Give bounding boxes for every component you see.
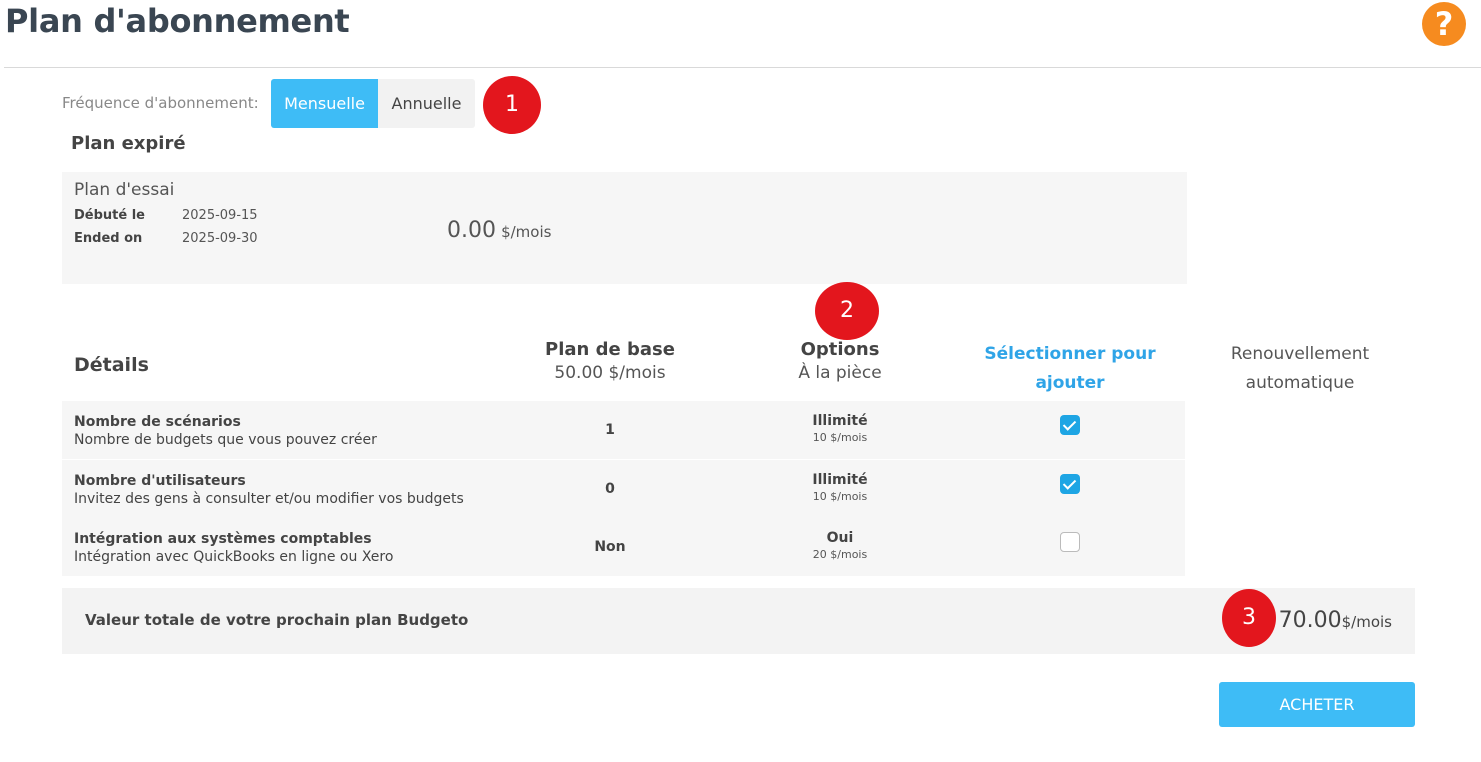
trial-end-label: Ended on [74, 231, 143, 246]
options-column-header: Options À la pièce [740, 339, 940, 383]
trial-price-amount: 0.00 [447, 218, 496, 243]
trial-end-value: 2025-09-30 [182, 231, 258, 246]
frequency-monthly-button[interactable]: Mensuelle [271, 79, 378, 128]
options-subtitle: À la pièce [798, 363, 882, 383]
feature-text: Nombre d'utilisateurs Invitez des gens à… [74, 472, 464, 508]
trial-price: 0.00 $/mois [447, 218, 551, 243]
auto-renew-header: Renouvellement automatique [1230, 344, 1370, 393]
expired-plan-card: Plan d'essai Débuté le 2025-09-15 Ended o… [62, 172, 1187, 284]
feature-description: Nombre de budgets que vous pouvez créer [74, 432, 377, 448]
page-title: Plan d'abonnement [5, 2, 350, 40]
total-amount-unit: $/mois [1341, 613, 1392, 631]
feature-option-value: Oui [826, 530, 854, 546]
title-divider [4, 67, 1481, 68]
options-title: Options [800, 339, 880, 360]
feature-option-price: 20 $/mois [812, 548, 868, 561]
trial-start-label: Débuté le [74, 208, 145, 223]
feature-select-checkbox[interactable] [1060, 532, 1080, 552]
feature-option: Illimité 10 $/mois [740, 413, 940, 444]
annotation-marker-1: 1 [483, 76, 541, 134]
feature-base-value: Non [594, 539, 626, 555]
annotation-marker-2: 2 [815, 282, 879, 340]
feature-option-value: Illimité [812, 413, 868, 429]
table-row: Intégration aux systèmes comptables Inté… [62, 518, 1185, 576]
feature-name: Nombre d'utilisateurs [74, 473, 246, 489]
feature-option: Illimité 10 $/mois [740, 472, 940, 503]
feature-base-value: 0 [605, 481, 615, 497]
base-plan-column-header: Plan de base 50.00 $/mois [510, 339, 710, 383]
trial-start-value: 2025-09-15 [182, 208, 258, 223]
table-row: Nombre de scénarios Nombre de budgets qu… [62, 401, 1185, 459]
feature-text: Nombre de scénarios Nombre de budgets qu… [74, 413, 377, 449]
feature-option-value: Illimité [812, 472, 868, 488]
frequency-toggle: Mensuelle Annuelle [271, 79, 475, 128]
feature-text: Intégration aux systèmes comptables Inté… [74, 530, 393, 566]
total-label: Valeur totale de votre prochain plan Bud… [85, 611, 469, 629]
feature-option: Oui 20 $/mois [740, 530, 940, 561]
frequency-annual-button[interactable]: Annuelle [378, 79, 475, 128]
select-to-add-header[interactable]: Sélectionner pour ajouter [970, 340, 1170, 398]
feature-name: Intégration aux systèmes comptables [74, 531, 372, 547]
total-amount: 70.00$/mois [1279, 608, 1392, 633]
trial-price-unit: $/mois [501, 223, 552, 241]
trial-end-row: Ended on 2025-09-30 [74, 231, 258, 246]
feature-description: Intégration avec QuickBooks en ligne ou … [74, 549, 394, 565]
feature-option-price: 10 $/mois [812, 490, 868, 503]
feature-name: Nombre de scénarios [74, 414, 241, 430]
feature-description: Invitez des gens à consulter et/ou modif… [74, 491, 464, 507]
frequency-label: Fréquence d'abonnement: [62, 94, 259, 112]
trial-start-row: Débuté le 2025-09-15 [74, 208, 258, 223]
annotation-marker-3: 3 [1222, 589, 1276, 647]
feature-select-checkbox[interactable] [1060, 474, 1080, 494]
total-summary-bar: Valeur totale de votre prochain plan Bud… [62, 588, 1415, 654]
buy-button[interactable]: ACHETER [1219, 682, 1415, 727]
total-amount-value: 70.00 [1278, 608, 1342, 633]
expired-plan-heading: Plan expiré [71, 133, 186, 154]
trial-plan-name: Plan d'essai [74, 180, 175, 200]
base-plan-price: 50.00 $/mois [554, 363, 666, 383]
feature-select-checkbox[interactable] [1060, 415, 1080, 435]
help-icon[interactable]: ? [1422, 2, 1466, 46]
table-row: Nombre d'utilisateurs Invitez des gens à… [62, 460, 1185, 518]
feature-option-price: 10 $/mois [812, 431, 868, 444]
feature-base-value: 1 [605, 422, 615, 438]
details-heading: Détails [74, 354, 149, 376]
base-plan-title: Plan de base [545, 339, 675, 360]
